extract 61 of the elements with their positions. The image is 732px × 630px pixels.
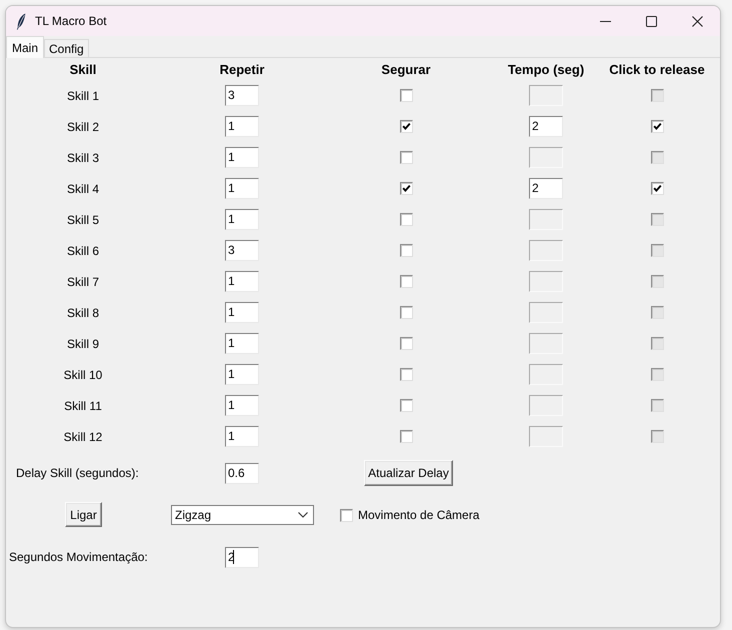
repeat-field[interactable]: 1 [225, 333, 259, 354]
feather-icon [16, 12, 26, 30]
delay-label: Delay Skill (segundos): [16, 466, 139, 480]
column-header: Segurar [381, 62, 431, 76]
start-button[interactable]: Ligar [65, 502, 102, 527]
column-header: Click to release [609, 62, 705, 76]
skill-label: Skill 11 [64, 398, 102, 412]
camera-checkbox[interactable] [340, 508, 353, 522]
repeat-field[interactable]: 1 [225, 364, 259, 385]
movement-seconds-label: Segundos Movimentação: [9, 550, 148, 564]
skill-label: Skill 12 [64, 430, 102, 444]
repeat-field[interactable]: 1 [225, 395, 259, 416]
hold-checkbox[interactable] [400, 244, 412, 257]
camera-label: Movimento de Câmera [358, 508, 480, 522]
skill-label: Skill 10 [64, 368, 102, 382]
hold-checkbox[interactable] [400, 275, 412, 288]
update-delay-button[interactable]: Atualizar Delay [364, 460, 453, 486]
repeat-field[interactable]: 3 [225, 240, 259, 261]
window-title: TL Macro Bot [35, 14, 107, 28]
skill-label: Skill 5 [66, 212, 99, 226]
tab[interactable]: Config [44, 39, 89, 57]
repeat-field[interactable]: 1 [225, 178, 259, 199]
skill-label: Skill 8 [66, 306, 99, 320]
chevron-down-icon [298, 512, 308, 518]
hold-checkbox[interactable] [400, 368, 412, 381]
repeat-field[interactable]: 1 [225, 147, 259, 168]
skill-label: Skill 4 [66, 182, 99, 196]
tab[interactable]: Main [6, 36, 44, 58]
skill-label: Skill 7 [66, 274, 99, 288]
repeat-field[interactable]: 1 [225, 271, 259, 292]
time-field[interactable]: 2 [529, 116, 563, 137]
delay-field[interactable]: 0.6 [225, 462, 259, 484]
repeat-field[interactable]: 1 [225, 209, 259, 230]
release-checkbox[interactable] [650, 120, 664, 133]
close-icon[interactable] [692, 16, 702, 26]
hold-checkbox[interactable] [400, 182, 412, 195]
hold-checkbox[interactable] [400, 399, 412, 412]
hold-checkbox[interactable] [400, 337, 412, 350]
mode-dropdown[interactable]: Zigzag [171, 505, 314, 525]
repeat-field[interactable]: 1 [225, 116, 259, 137]
release-checkbox[interactable] [650, 182, 664, 195]
skill-label: Skill 2 [66, 120, 99, 134]
hold-checkbox[interactable] [400, 151, 412, 164]
column-header: Skill [70, 62, 96, 76]
hold-checkbox[interactable] [400, 306, 412, 319]
repeat-field[interactable]: 1 [225, 426, 259, 447]
repeat-field[interactable]: 3 [225, 85, 259, 106]
hold-checkbox[interactable] [400, 120, 412, 133]
column-header: Tempo (seg) [508, 62, 584, 76]
repeat-field[interactable]: 1 [225, 302, 259, 323]
hold-checkbox[interactable] [400, 213, 412, 226]
maximize-icon[interactable] [646, 16, 656, 26]
skill-label: Skill 3 [66, 150, 99, 164]
skill-label: Skill 9 [66, 336, 99, 350]
minimize-icon[interactable] [600, 20, 610, 22]
hold-checkbox[interactable] [400, 89, 412, 102]
skill-label: Skill 6 [66, 244, 99, 258]
column-header: Repetir [220, 62, 264, 76]
hold-checkbox[interactable] [400, 430, 412, 443]
time-field[interactable]: 2 [529, 178, 563, 199]
skill-label: Skill 1 [66, 88, 99, 102]
